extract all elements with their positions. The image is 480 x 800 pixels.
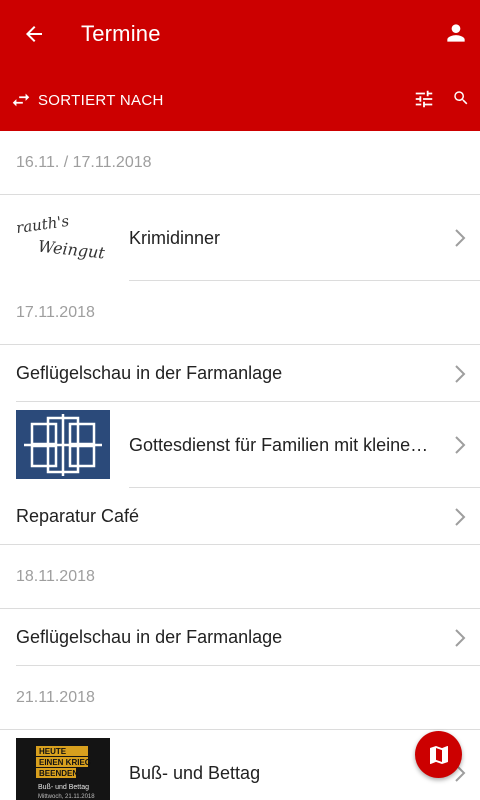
swap-icon — [12, 93, 30, 107]
search-icon[interactable] — [452, 89, 470, 107]
back-button[interactable] — [20, 20, 48, 48]
date-header: 16.11. / 17.11.2018 — [0, 131, 480, 195]
app-bar: Termine SORTIERT NACH — [0, 0, 480, 131]
date-header: 17.11.2018 — [0, 281, 480, 345]
chevron-right-icon — [455, 628, 466, 647]
chevron-right-icon — [455, 436, 466, 454]
list-item[interactable]: Reparatur Café — [0, 488, 480, 545]
event-title: Buß- und Bettag — [129, 762, 261, 783]
list-item[interactable]: Geflügelschau in der Farmanlage — [0, 609, 480, 666]
page-title: Termine — [81, 21, 161, 46]
poster-line1: HEUTE — [39, 747, 67, 756]
account-button[interactable] — [442, 18, 470, 48]
divider — [129, 280, 480, 281]
chevron-right-icon — [455, 229, 466, 247]
list-item[interactable]: Gottesdienst für Familien mit kleine… — [0, 402, 480, 488]
event-title: Gottesdienst für Familien mit kleine… — [129, 434, 429, 455]
chevron-right-icon — [455, 364, 466, 383]
list-item[interactable]: HEUTE EINEN KRIEG BEENDEN. Buß- und Bett… — [0, 730, 480, 800]
poster-line4: Buß- und Bettag — [38, 784, 89, 791]
filter-sliders-icon[interactable] — [413, 88, 435, 110]
events-list: 16.11. / 17.11.2018 rauth's Weingut Krim… — [0, 131, 480, 800]
poster-graphic: HEUTE EINEN KRIEG BEENDEN. Buß- und Bett… — [16, 738, 110, 800]
logo-text-line2: Weingut — [37, 237, 106, 263]
list-item[interactable]: Geflügelschau in der Farmanlage — [0, 345, 480, 402]
logo-text-line1: rauth's — [16, 212, 70, 237]
sort-button[interactable]: SORTIERT NACH — [10, 88, 164, 112]
poster-line2: EINEN KRIEG — [39, 758, 91, 767]
poster-line5: Mittwoch, 21.11.2018 — [38, 794, 95, 800]
pattern-graphic — [24, 414, 102, 476]
event-title: Geflügelschau in der Farmanlage — [16, 627, 283, 647]
event-title: Krimidinner — [129, 227, 221, 248]
map-icon — [429, 745, 448, 764]
weingut-logo: rauth's Weingut — [16, 212, 106, 263]
sort-bar: SORTIERT NACH — [0, 80, 480, 120]
event-thumbnail: HEUTE EINEN KRIEG BEENDEN. Buß- und Bett… — [16, 738, 110, 800]
divider — [16, 665, 480, 666]
map-fab-button[interactable] — [415, 731, 462, 778]
sort-label: SORTIERT NACH — [38, 91, 164, 109]
back-arrow-icon — [26, 26, 42, 42]
list-item[interactable]: rauth's Weingut Krimidinner — [0, 195, 480, 281]
chevron-right-icon — [455, 507, 466, 526]
divider — [0, 544, 480, 545]
date-header: 21.11.2018 — [0, 666, 480, 730]
account-icon — [447, 24, 465, 42]
event-title: Geflügelschau in der Farmanlage — [16, 363, 283, 383]
event-title: Reparatur Café — [16, 506, 140, 526]
date-header: 18.11.2018 — [0, 545, 480, 609]
poster-line3: BEENDEN. — [39, 769, 80, 778]
event-thumbnail — [16, 410, 110, 479]
event-thumbnail: rauth's Weingut — [16, 203, 110, 272]
